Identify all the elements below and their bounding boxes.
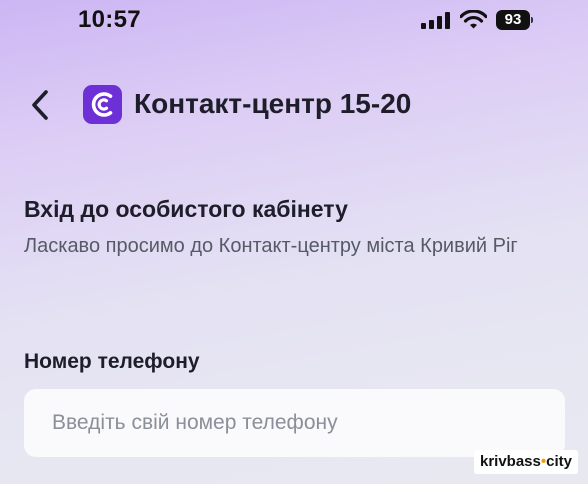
- battery-icon: 93: [496, 10, 534, 30]
- wifi-icon: [460, 10, 487, 29]
- cellular-signal-icon: [421, 12, 450, 29]
- battery-level: 93: [504, 11, 522, 28]
- login-heading: Вхід до особистого кабінету: [24, 196, 348, 222]
- watermark: krivbass•city: [474, 450, 578, 474]
- battery-tip: [531, 17, 533, 23]
- chevron-left-icon: [32, 90, 48, 120]
- welcome-text: Ласкаво просимо до Контакт-центру міста …: [24, 235, 518, 257]
- phone-input[interactable]: [24, 389, 565, 457]
- logo-mark-icon: [91, 92, 113, 117]
- watermark-part2: city: [546, 453, 572, 470]
- back-button[interactable]: [28, 88, 54, 122]
- app-header: Контакт-центр 15-20: [0, 82, 588, 128]
- phone-label: Номер телефону: [24, 350, 200, 373]
- watermark-part1: krivbass: [479, 453, 541, 470]
- status-time: 10:57: [78, 6, 141, 33]
- page-title: Контакт-центр 15-20: [134, 88, 412, 119]
- status-bar: 10:57 93: [0, 0, 588, 40]
- contact-center-logo: [83, 85, 122, 124]
